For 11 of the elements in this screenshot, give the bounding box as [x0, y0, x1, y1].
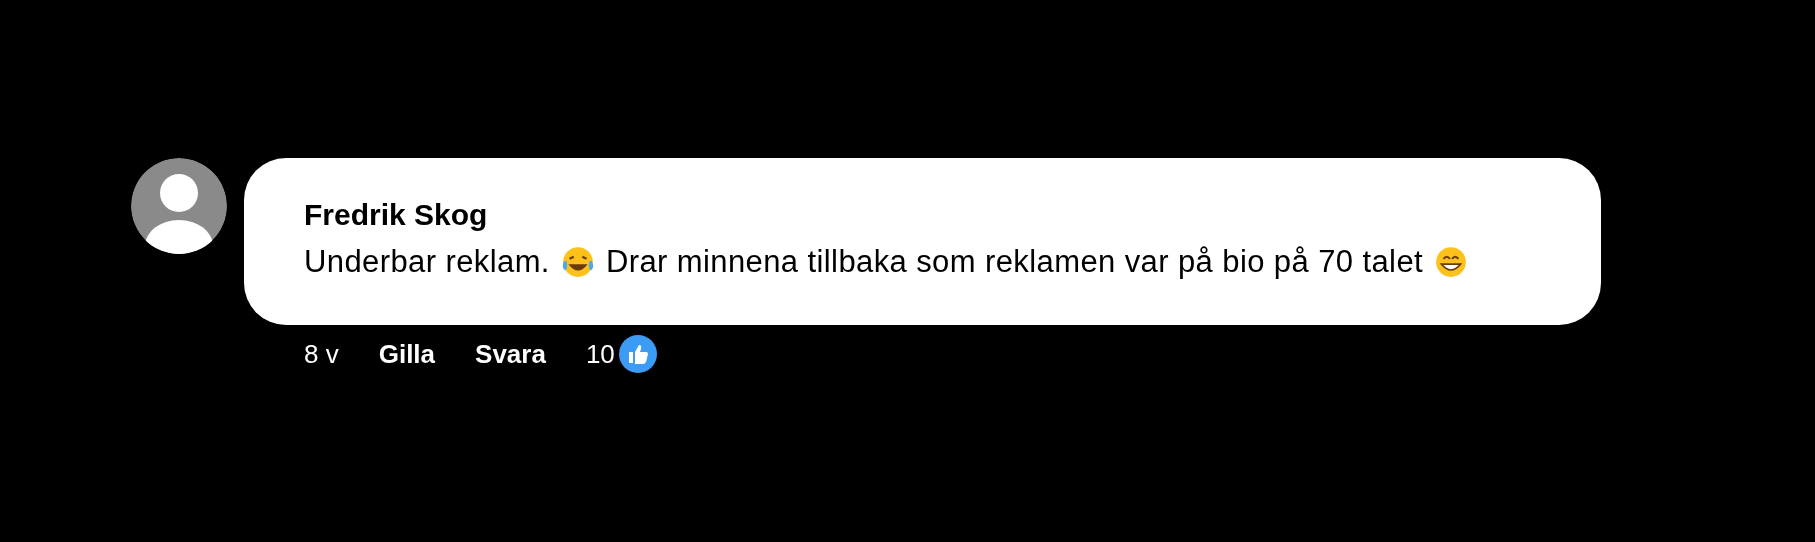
- comment-time: 8 v: [304, 338, 339, 370]
- author-name[interactable]: Fredrik Skog: [304, 198, 1541, 232]
- grinning-face-icon: [1434, 245, 1469, 279]
- comment-text: Drar minnena tillbaka som reklamen var på bio på 70 talet: [605, 244, 1424, 280]
- laughing-face-icon: [560, 245, 595, 279]
- avatar-icon[interactable]: [131, 158, 227, 254]
- comment-text: Underbar reklam.: [304, 244, 550, 280]
- reply-link[interactable]: Svara: [475, 338, 546, 370]
- thumbs-up-icon[interactable]: [618, 335, 657, 373]
- like-link[interactable]: Gilla: [378, 338, 436, 370]
- like-count: 10: [585, 338, 615, 370]
